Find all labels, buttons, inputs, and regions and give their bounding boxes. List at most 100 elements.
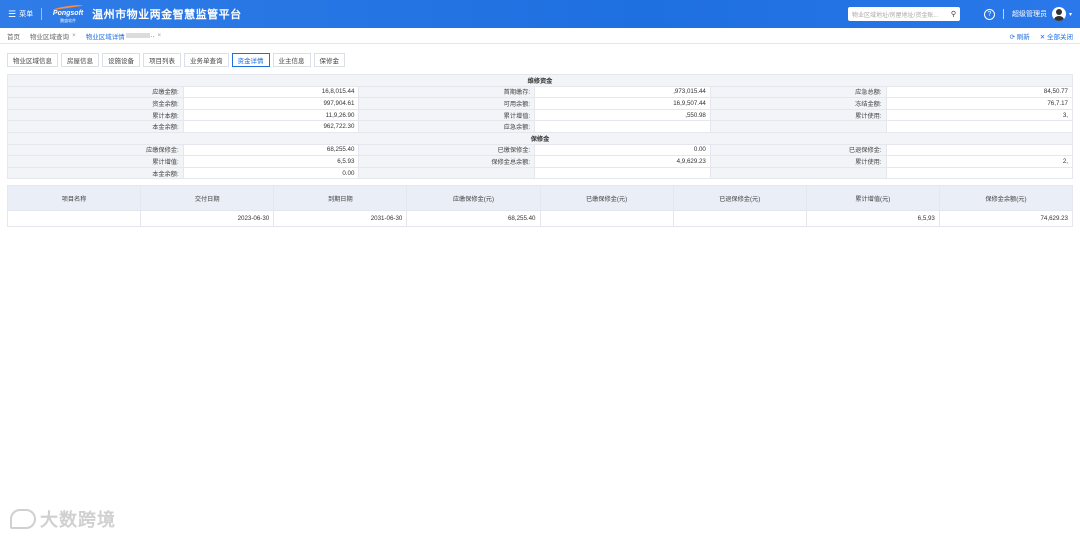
table-cell: 68,255.40 [406, 210, 541, 228]
table-row[interactable]: 2023-06-30 2031-06-30 68,255.40 6,5,93 74,62… [6, 210, 1074, 228]
fund-label: 累计使用: [709, 108, 887, 122]
close-icon[interactable]: × [72, 32, 76, 39]
fund-value: 962,722.30 [182, 120, 360, 133]
fund-value [885, 143, 1074, 157]
fund-label: 应急余额: [358, 120, 536, 133]
fund-value: 997,904.61 [182, 97, 360, 110]
column-header: 交付日期 [140, 185, 275, 212]
fund-value: 0.00 [182, 166, 360, 180]
main-content: 物业区域信息 房屋信息 设施设备 项目列表 业务单查询 资金详情 业主信息 保修… [0, 44, 1080, 228]
redacted-text [125, 33, 150, 38]
user-name[interactable]: 超级管理员 [1012, 9, 1047, 19]
fund-label: 保修金总余额: [358, 155, 536, 168]
tab-area-info[interactable]: 物业区域信息 [7, 53, 58, 67]
fund-row: 资金余额: 997,904.61 可用余额: 16,9,507.44 冻结金额: 76,7… [7, 97, 1074, 110]
close-all-button[interactable]: ✕ 全部关闭 [1040, 31, 1073, 41]
fund-value: ,973,015.44 [534, 85, 711, 99]
tab-owner-info[interactable]: 业主信息 [272, 53, 311, 67]
brand-subname: 鹏盛软件 [60, 17, 77, 23]
watermark-text: 大数跨境 [40, 510, 116, 530]
table-cell: 6,5,93 [805, 210, 940, 228]
fund-value: 4,9,629.23 [534, 155, 711, 168]
fund-details-table: 维修资金 应缴金额: 16,8,015.44 首期缴存: ,973,015.44 应急总额… [7, 74, 1074, 180]
hamburger-icon: ☰ [8, 8, 17, 19]
fund-label: 已退保修金: [709, 143, 887, 157]
column-header: 已退保修金(元) [672, 185, 807, 212]
fund-label: 资金余额: [7, 97, 184, 110]
fund-label: 本金余额: [7, 120, 184, 133]
table-cell [6, 210, 142, 228]
column-header: 项目名称 [6, 185, 142, 212]
page-tab-home[interactable]: 首页 [7, 31, 20, 41]
close-icon[interactable]: × [157, 32, 161, 39]
divider [41, 8, 43, 20]
column-header: 累计增值(元) [805, 185, 940, 212]
chevron-down-icon[interactable]: ▾ [1069, 11, 1072, 18]
fund-row: 累计本额: 11,9,26.90 累计增值: ,550.98 累计使用: 3, [7, 108, 1074, 122]
fund-label: 累计本额: [7, 108, 184, 122]
fund-value: 16,8,015.44 [182, 85, 360, 99]
tab-project-list[interactable]: 项目列表 [143, 53, 181, 67]
fund-value: 6,5.93 [182, 155, 360, 168]
fund-row: 应缴金额: 16,8,015.44 首期缴存: ,973,015.44 应急总额: 84,… [7, 85, 1074, 99]
tab-warranty[interactable]: 保修金 [313, 53, 345, 67]
fund-label: 累计使用: [709, 155, 887, 168]
fund-label: 累计增值: [7, 155, 184, 168]
fund-label: 可用余额: [358, 97, 536, 110]
fund-label: 应急总额: [709, 85, 887, 99]
divider [1002, 9, 1004, 19]
fund-label: 冻结金额: [709, 97, 887, 110]
brand-logo: Pongsoft 鹏盛软件 [50, 3, 86, 24]
close-all-label: 全部关闭 [1047, 33, 1073, 41]
fund-value: 11,9,26.90 [182, 108, 360, 122]
column-header: 保修金余额(元) [938, 185, 1074, 212]
column-header: 已缴保修金(元) [539, 185, 674, 212]
tab-facilities[interactable]: 设施设备 [102, 53, 140, 67]
global-search-input[interactable]: 物业区域地址/房屋地址/资金账... ⚲ [847, 7, 960, 21]
tab-house-info[interactable]: 房屋信息 [61, 53, 99, 67]
page-tab-label: 物业区域详情 [85, 33, 125, 41]
section-title: 保修金 [7, 131, 1073, 145]
fund-label: 应缴保修金: [7, 143, 184, 157]
page-tab-label: 物业区域查询 [30, 33, 69, 41]
section-row: 维修资金 [7, 74, 1073, 87]
fund-label: 首期缴存: [358, 85, 536, 99]
fund-value [885, 166, 1074, 180]
fund-label: 累计增值: [358, 108, 536, 122]
fund-value: 3, [885, 108, 1074, 122]
avatar[interactable] [1051, 7, 1066, 21]
page-tab-area-detail[interactable]: 物业区域详情 .. × [86, 31, 161, 41]
fund-value: 16,9,507.44 [534, 97, 711, 110]
fund-value [534, 166, 711, 180]
tab-fund-details[interactable]: 资金详情 [231, 53, 270, 67]
refresh-button[interactable]: ⟳ 刷新 [1009, 31, 1029, 41]
fund-row: 本金余额: 962,722.30 应急余额: [7, 120, 1074, 133]
watermark-logo-icon [10, 509, 36, 529]
table-cell: 2023-06-30 [140, 210, 275, 228]
page-tab-area-query[interactable]: 物业区域查询 × [30, 31, 76, 41]
section-title: 维修资金 [7, 74, 1073, 87]
watermark: 大数跨境 [10, 506, 116, 532]
fund-value: ,550.98 [534, 108, 711, 122]
table-cell: 2031-06-30 [273, 210, 408, 228]
fund-value: 84,50.77 [885, 85, 1074, 99]
menu-label: 菜单 [19, 11, 34, 18]
table-cell: 74,629.23 [938, 210, 1074, 228]
page-tab-label: 首页 [7, 33, 20, 41]
menu-toggle-button[interactable]: ☰ 菜单 [8, 9, 33, 20]
fund-row: 本金余额: 0.00 [7, 166, 1074, 180]
fund-value: 0.00 [534, 143, 711, 157]
fund-value [885, 120, 1074, 133]
fund-row: 累计增值: 6,5.93 保修金总余额: 4,9,629.23 累计使用: 2, [7, 155, 1074, 168]
fund-label: 应缴金额: [7, 85, 184, 99]
fund-value: 76,7.17 [885, 97, 1074, 110]
project-warranty-table: 项目名称 交付日期 到期日期 应缴保修金(元) 已缴保修金(元) 已退保修金(元) 累计增值… [6, 185, 1074, 228]
fund-label [709, 120, 887, 133]
search-icon[interactable]: ⚲ [951, 10, 956, 18]
detail-subtabs: 物业区域信息 房屋信息 设施设备 项目列表 业务单查询 资金详情 业主信息 保修… [7, 53, 1073, 67]
section-row: 保修金 [7, 131, 1073, 145]
help-icon[interactable]: ? [983, 8, 995, 20]
column-header: 应缴保修金(元) [406, 185, 541, 212]
tab-business-query[interactable]: 业务单查询 [184, 53, 229, 67]
fund-value: 2, [885, 155, 1074, 168]
